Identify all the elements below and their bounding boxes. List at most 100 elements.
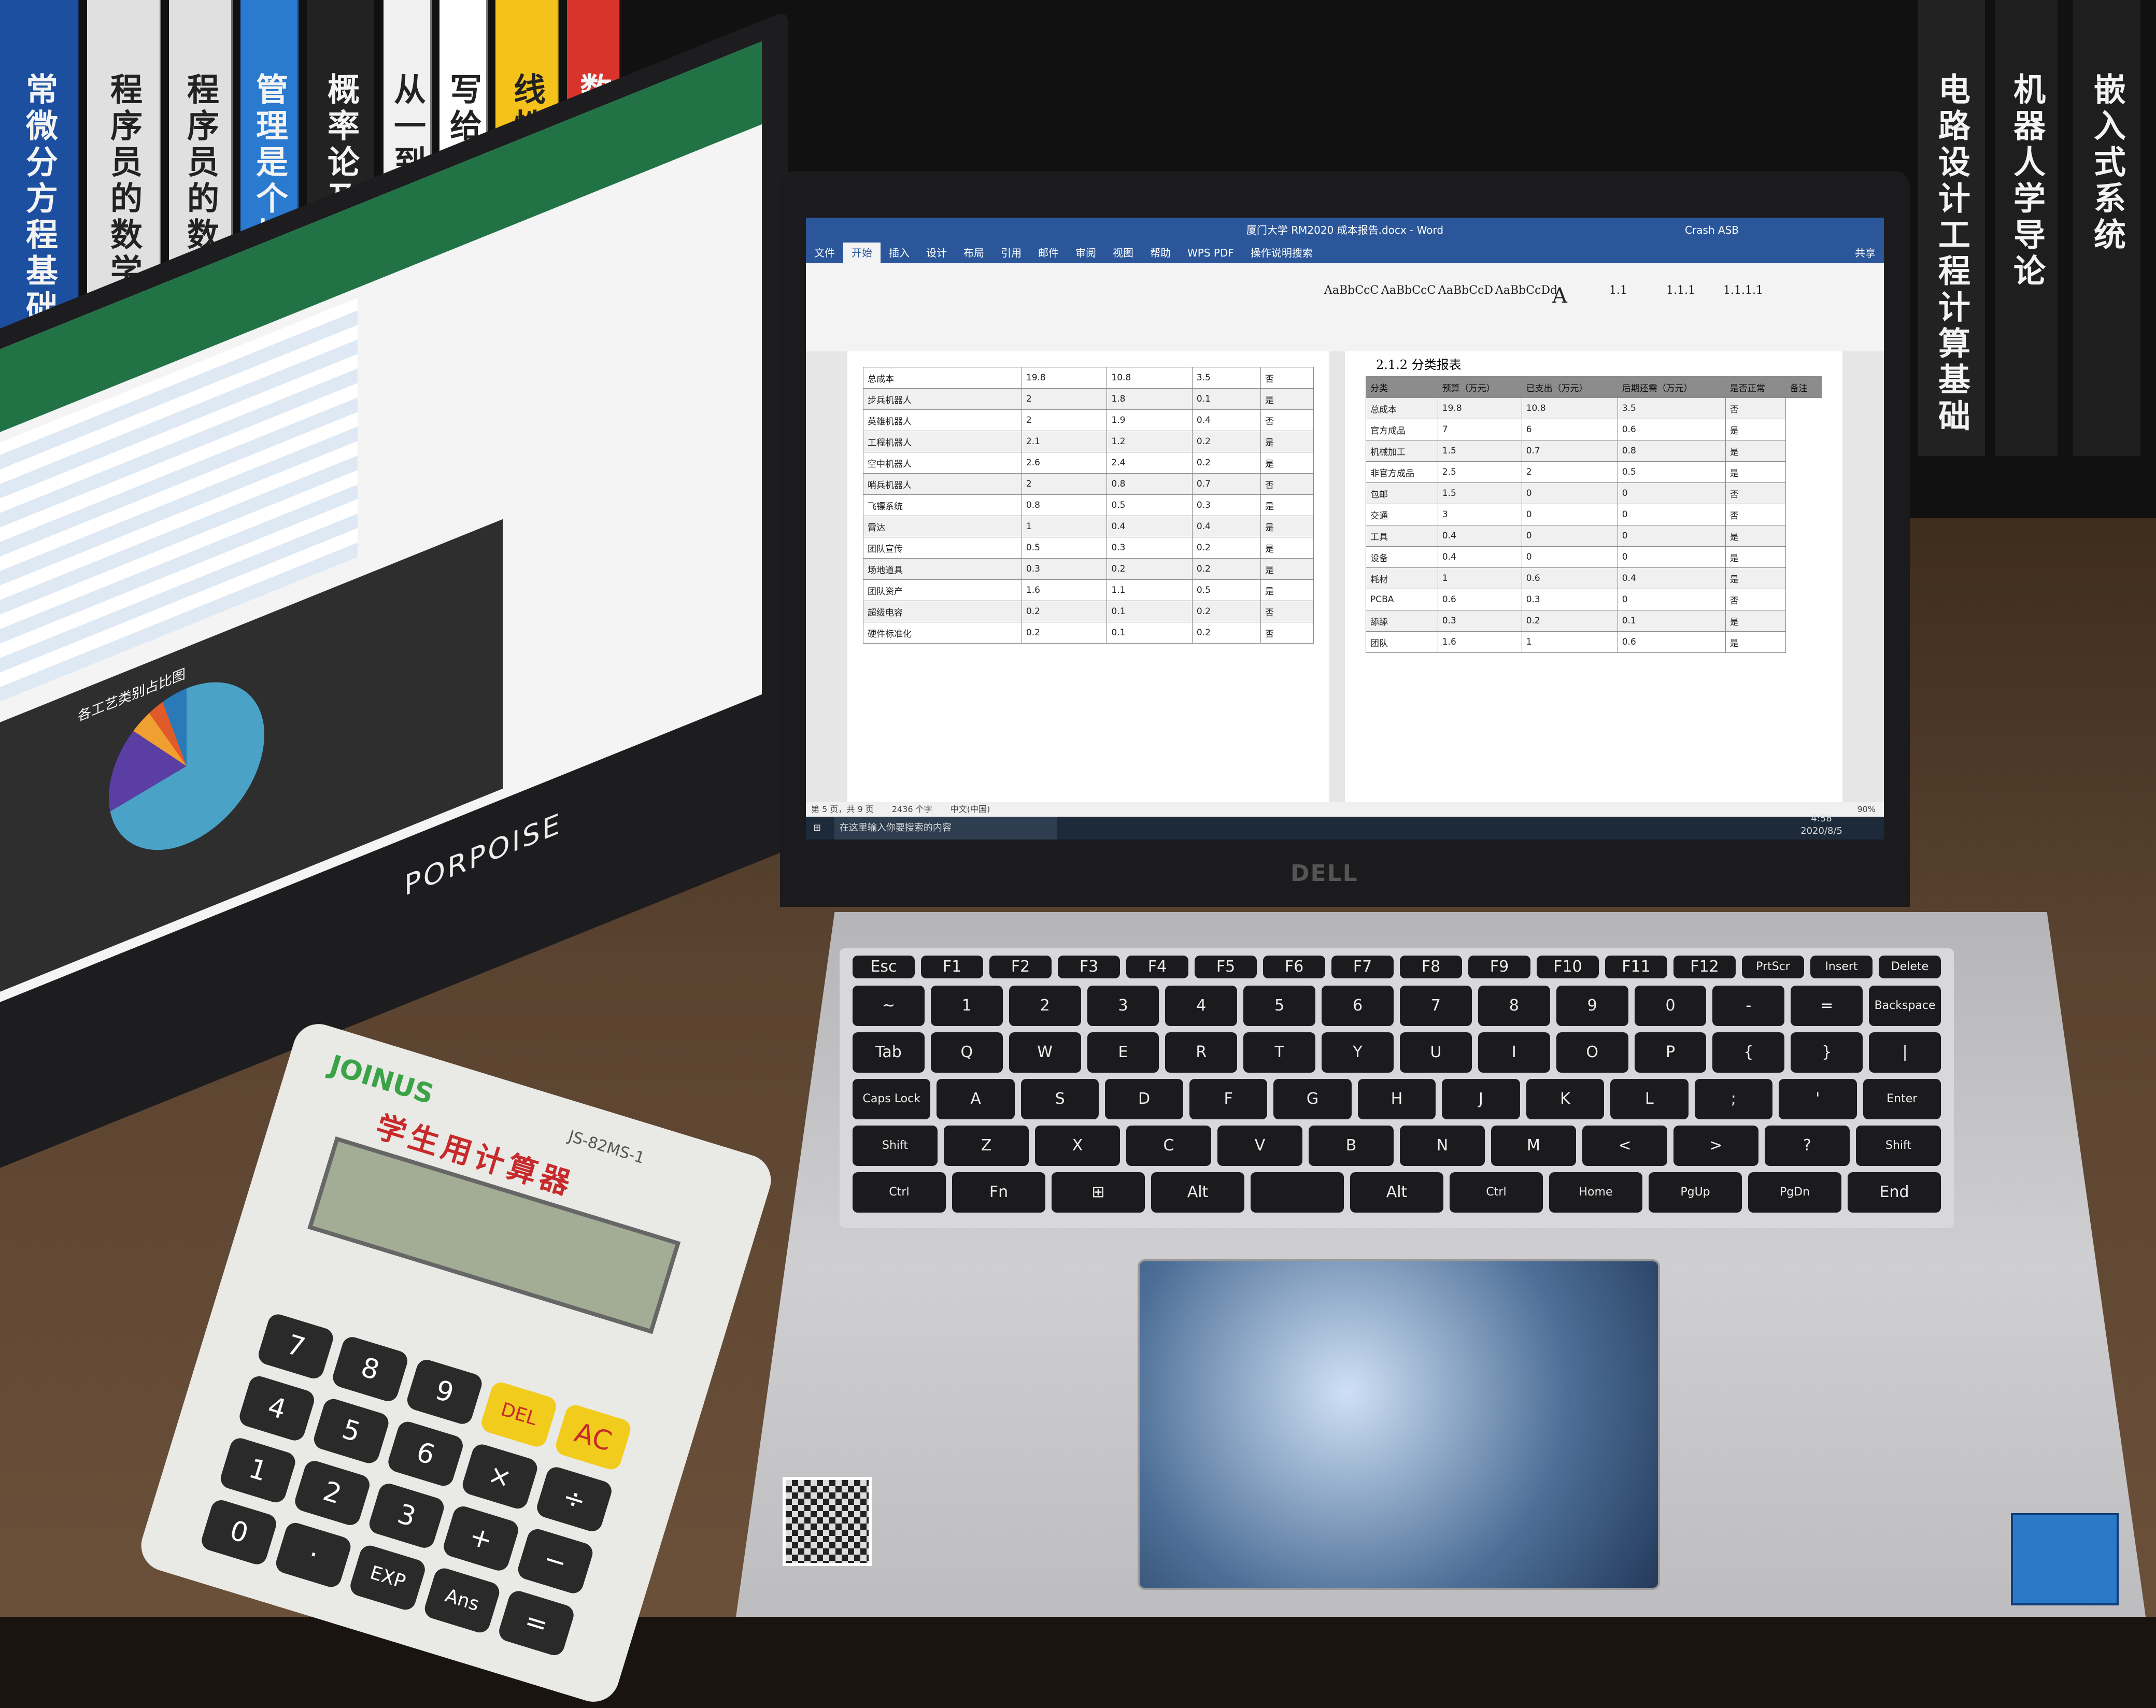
table-cell[interactable]: 0.5: [1617, 461, 1726, 483]
table-cell[interactable]: 0.2: [1192, 452, 1261, 474]
table-cell[interactable]: 场地道具: [863, 558, 1022, 580]
calculator-key[interactable]: DEL: [479, 1379, 559, 1449]
table-cell[interactable]: 否: [1260, 367, 1314, 389]
keyboard-key[interactable]: 3: [1087, 986, 1159, 1026]
ribbon-tab[interactable]: 布局: [955, 243, 992, 263]
keyboard-key[interactable]: Delete: [1879, 956, 1941, 978]
table-cell[interactable]: 是: [1260, 579, 1314, 601]
table-cell[interactable]: 团队资产: [863, 579, 1022, 601]
keyboard-key[interactable]: F1: [921, 956, 983, 978]
table-cell[interactable]: 0.8: [1107, 473, 1193, 495]
table-cell[interactable]: 1: [1021, 516, 1108, 537]
table-cell[interactable]: 官方成品: [1366, 419, 1438, 440]
keyboard-key[interactable]: I: [1478, 1032, 1550, 1073]
table-cell[interactable]: 2: [1021, 388, 1108, 410]
calculator-key[interactable]: ×: [460, 1442, 540, 1512]
calculator-key[interactable]: 5: [311, 1396, 391, 1466]
table-cell[interactable]: 2.6: [1021, 452, 1108, 474]
keyboard-key[interactable]: 0: [1634, 986, 1707, 1026]
table-cell[interactable]: 否: [1725, 504, 1786, 525]
keyboard-key[interactable]: Y: [1322, 1032, 1394, 1073]
keyboard-key[interactable]: H: [1357, 1079, 1436, 1119]
table-cell[interactable]: 1.5: [1437, 440, 1522, 462]
table-cell[interactable]: 1.9: [1107, 409, 1193, 431]
table-cell[interactable]: 包邮: [1366, 482, 1438, 504]
table-cell[interactable]: 是: [1260, 388, 1314, 410]
taskbar-search-input[interactable]: 在这里输入你要搜索的内容: [834, 817, 1057, 839]
table-cell[interactable]: 0.2: [1021, 601, 1108, 622]
keyboard-key[interactable]: Backspace: [1869, 986, 1941, 1026]
keyboard-key[interactable]: |: [1869, 1032, 1941, 1073]
style-gallery-item[interactable]: 1.1.1: [1666, 284, 1695, 297]
table-cell[interactable]: 0: [1617, 546, 1726, 568]
laptop-touchpad[interactable]: [1138, 1259, 1660, 1590]
table-cell[interactable]: 0: [1521, 546, 1618, 568]
keyboard-key[interactable]: F: [1189, 1079, 1268, 1119]
keyboard-key[interactable]: N: [1400, 1126, 1485, 1166]
table-cell[interactable]: 否: [1260, 601, 1314, 622]
calculator-key[interactable]: 6: [386, 1419, 465, 1489]
calculator-key[interactable]: 2: [292, 1458, 372, 1528]
table-cell[interactable]: 0: [1521, 525, 1618, 547]
table-cell[interactable]: 0.7: [1521, 440, 1618, 462]
table-cell[interactable]: 0.5: [1107, 494, 1193, 516]
table-cell[interactable]: 2: [1021, 473, 1108, 495]
ribbon-tab[interactable]: 开始: [843, 243, 881, 263]
table-cell[interactable]: 总成本: [863, 367, 1022, 389]
keyboard-key[interactable]: R: [1165, 1032, 1238, 1073]
table-cell[interactable]: 非官方成品: [1366, 461, 1438, 483]
keyboard-key[interactable]: B: [1309, 1126, 1394, 1166]
table-cell[interactable]: 19.8: [1437, 397, 1522, 419]
table-cell[interactable]: 交通: [1366, 504, 1438, 525]
table-cell[interactable]: 空中机器人: [863, 452, 1022, 474]
share-button[interactable]: 共享: [1847, 243, 1884, 263]
keyboard-key[interactable]: Alt: [1350, 1172, 1443, 1213]
table-cell[interactable]: 0.4: [1617, 567, 1726, 589]
keyboard-key[interactable]: >: [1673, 1126, 1758, 1166]
keyboard-key[interactable]: }: [1791, 1032, 1863, 1073]
table-cell[interactable]: 工具: [1366, 525, 1438, 547]
keyboard-key[interactable]: 6: [1322, 986, 1394, 1026]
keyboard-key[interactable]: V: [1217, 1126, 1302, 1166]
table-cell[interactable]: 舔舔: [1366, 610, 1438, 632]
ribbon-tab[interactable]: 帮助: [1142, 243, 1179, 263]
keyboard-key[interactable]: F4: [1126, 956, 1188, 978]
table-cell[interactable]: 0.2: [1192, 431, 1261, 452]
table-cell[interactable]: 否: [1260, 409, 1314, 431]
keyboard-key[interactable]: ?: [1765, 1126, 1850, 1166]
table-cell[interactable]: 是: [1725, 631, 1786, 653]
table-cell[interactable]: 团队宣传: [863, 537, 1022, 559]
table-cell[interactable]: 0.2: [1021, 622, 1108, 644]
keyboard-key[interactable]: Q: [930, 1032, 1003, 1073]
table-cell[interactable]: 7: [1437, 419, 1522, 440]
calculator-key[interactable]: −: [515, 1526, 595, 1596]
table-cell[interactable]: 2: [1521, 461, 1618, 483]
table-cell[interactable]: 工程机器人: [863, 431, 1022, 452]
table-cell[interactable]: 1: [1521, 631, 1618, 653]
keyboard-key[interactable]: T: [1243, 1032, 1316, 1073]
table-cell[interactable]: 1.6: [1437, 631, 1522, 653]
table-cell[interactable]: 是: [1260, 494, 1314, 516]
table-cell[interactable]: 3.5: [1617, 397, 1726, 419]
table-cell[interactable]: 0.4: [1192, 516, 1261, 537]
table-cell[interactable]: 否: [1725, 482, 1786, 504]
ribbon-tab[interactable]: 邮件: [1030, 243, 1067, 263]
table-cell[interactable]: 超级电容: [863, 601, 1022, 622]
table-cell[interactable]: 是: [1725, 525, 1786, 547]
keyboard-key[interactable]: F12: [1673, 956, 1736, 978]
keyboard-key[interactable]: [1251, 1172, 1344, 1213]
keyboard-key[interactable]: Alt: [1151, 1172, 1244, 1213]
table-cell[interactable]: 0: [1617, 525, 1726, 547]
keyboard-key[interactable]: PrtScr: [1742, 956, 1804, 978]
keyboard-key[interactable]: ~: [853, 986, 925, 1026]
calculator-key[interactable]: ·: [273, 1520, 353, 1590]
keyboard-key[interactable]: Fn: [952, 1172, 1045, 1213]
table-cell[interactable]: PCBA: [1366, 589, 1438, 610]
status-zoom[interactable]: 90%: [1857, 802, 1876, 817]
keyboard-key[interactable]: Shift: [1856, 1126, 1941, 1166]
table-cell[interactable]: 耗材: [1366, 567, 1438, 589]
calculator-key[interactable]: 9: [404, 1357, 485, 1427]
keyboard-key[interactable]: F9: [1468, 956, 1530, 978]
table-cell[interactable]: 是: [1260, 452, 1314, 474]
calculator-key[interactable]: AC: [553, 1402, 633, 1472]
